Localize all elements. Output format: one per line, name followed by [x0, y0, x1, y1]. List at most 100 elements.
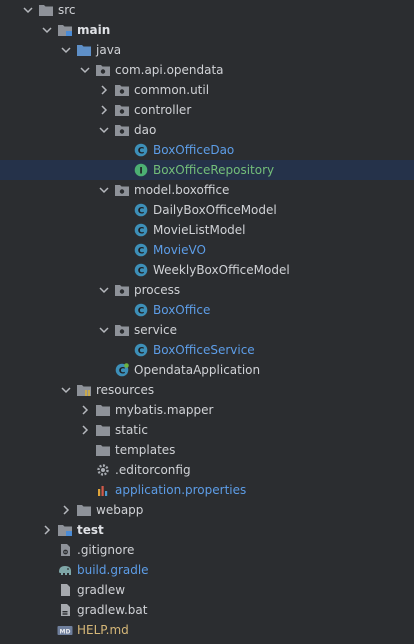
markdown-icon: MD — [57, 620, 73, 640]
tree-item-label: service — [134, 323, 177, 337]
tree-item-controller[interactable]: controller — [0, 100, 414, 120]
chevron-down-icon[interactable] — [60, 40, 72, 60]
resources-folder-icon — [76, 380, 92, 400]
package-icon — [114, 80, 130, 100]
module-folder-icon — [57, 20, 73, 40]
tree-item-label: src — [58, 3, 76, 17]
package-icon — [114, 180, 130, 200]
spring-class-icon: C — [114, 360, 130, 380]
tree-item-movievo[interactable]: C MovieVO — [0, 240, 414, 260]
tree-item-label: controller — [134, 103, 192, 117]
svg-text:C: C — [138, 206, 145, 216]
chevron-down-icon[interactable] — [60, 380, 72, 400]
chevron-down-icon[interactable] — [98, 280, 110, 300]
tree-item-label: com.api.opendata — [115, 63, 224, 77]
gradle-elephant-icon — [57, 560, 73, 580]
class-icon: C — [133, 140, 149, 160]
tree-item-common-util[interactable]: common.util — [0, 80, 414, 100]
tree-item-boxofficerepository[interactable]: I BoxOfficeRepository — [0, 160, 414, 180]
tree-item-label: MovieListModel — [153, 223, 246, 237]
tree-item-application-properties[interactable]: application.properties — [0, 480, 414, 500]
tree-item-label: mybatis.mapper — [115, 403, 214, 417]
svg-text:I: I — [139, 166, 142, 176]
tree-item-label: model.boxoffice — [134, 183, 230, 197]
tree-item-dailyboxofficemodel[interactable]: C DailyBoxOfficeModel — [0, 200, 414, 220]
package-icon — [114, 320, 130, 340]
tree-item-opendataapplication[interactable]: C OpendataApplication — [0, 360, 414, 380]
tree-item-label: main — [77, 23, 111, 37]
svg-text:C: C — [138, 266, 145, 276]
chevron-right-icon[interactable] — [79, 400, 91, 420]
tree-item-weeklyboxofficemodel[interactable]: C WeeklyBoxOfficeModel — [0, 260, 414, 280]
gitignore-icon — [57, 540, 73, 560]
gear-icon — [95, 460, 111, 480]
tree-item-process[interactable]: process — [0, 280, 414, 300]
chevron-right-icon[interactable] — [41, 520, 53, 540]
tree-item-gradlew-bat[interactable]: gradlew.bat — [0, 600, 414, 620]
module-folder-icon — [57, 520, 73, 540]
chevron-right-icon[interactable] — [79, 420, 91, 440]
tree-item-static[interactable]: static — [0, 420, 414, 440]
package-icon — [114, 120, 130, 140]
chevron-right-icon[interactable] — [60, 500, 72, 520]
class-icon: C — [133, 220, 149, 240]
svg-text:C: C — [119, 366, 126, 376]
tree-item-webapp[interactable]: webapp — [0, 500, 414, 520]
class-icon: C — [133, 300, 149, 320]
bat-file-icon — [57, 600, 73, 620]
tree-item-help-md[interactable]: MD HELP.md — [0, 620, 414, 640]
tree-item-label: build.gradle — [77, 563, 149, 577]
chevron-down-icon[interactable] — [22, 0, 34, 20]
tree-item-label: webapp — [96, 503, 144, 517]
folder-icon — [38, 0, 54, 20]
properties-icon — [95, 480, 111, 500]
tree-item-boxoffice[interactable]: C BoxOffice — [0, 300, 414, 320]
tree-item-resources[interactable]: resources — [0, 380, 414, 400]
tree-item-test[interactable]: test — [0, 520, 414, 540]
tree-item-label: WeeklyBoxOfficeModel — [153, 263, 290, 277]
tree-item-main[interactable]: main — [0, 20, 414, 40]
tree-item-label: application.properties — [115, 483, 247, 497]
tree-item-label: java — [96, 43, 122, 57]
tree-item-gitignore[interactable]: .gitignore — [0, 540, 414, 560]
tree-item-mybatis-mapper[interactable]: mybatis.mapper — [0, 400, 414, 420]
chevron-down-icon[interactable] — [79, 60, 91, 80]
tree-item-label: BoxOfficeRepository — [153, 163, 275, 177]
tree-item-java[interactable]: java — [0, 40, 414, 60]
tree-item-editorconfig[interactable]: .editorconfig — [0, 460, 414, 480]
package-icon — [95, 60, 111, 80]
project-tree: src main java com.api.opendata common.util co… — [0, 0, 414, 644]
chevron-down-icon[interactable] — [98, 320, 110, 340]
tree-item-label: gradlew.bat — [77, 603, 148, 617]
tree-item-com-api-opendata[interactable]: com.api.opendata — [0, 60, 414, 80]
folder-icon — [95, 440, 111, 460]
tree-item-label: test — [77, 523, 104, 537]
tree-item-gradlew[interactable]: gradlew — [0, 580, 414, 600]
tree-item-boxofficeservice[interactable]: C BoxOfficeService — [0, 340, 414, 360]
tree-item-label: static — [115, 423, 148, 437]
tree-item-label: BoxOffice — [153, 303, 211, 317]
tree-item-boxofficedao[interactable]: C BoxOfficeDao — [0, 140, 414, 160]
tree-item-label: DailyBoxOfficeModel — [153, 203, 277, 217]
svg-text:C: C — [138, 346, 145, 356]
chevron-down-icon[interactable] — [98, 180, 110, 200]
tree-item-label: resources — [96, 383, 155, 397]
interface-icon: I — [133, 160, 149, 180]
tree-item-templates[interactable]: templates — [0, 440, 414, 460]
svg-text:C: C — [138, 246, 145, 256]
folder-icon — [76, 500, 92, 520]
tree-item-build-gradle[interactable]: build.gradle — [0, 560, 414, 580]
tree-item-label: gradlew — [77, 583, 126, 597]
file-icon — [57, 580, 73, 600]
tree-item-src[interactable]: src — [0, 0, 414, 20]
chevron-right-icon[interactable] — [98, 100, 110, 120]
class-icon: C — [133, 200, 149, 220]
tree-item-movielistmodel[interactable]: C MovieListModel — [0, 220, 414, 240]
chevron-down-icon[interactable] — [98, 120, 110, 140]
chevron-right-icon[interactable] — [98, 80, 110, 100]
tree-item-label: HELP.md — [77, 623, 129, 637]
tree-item-service[interactable]: service — [0, 320, 414, 340]
tree-item-model-boxoffice[interactable]: model.boxoffice — [0, 180, 414, 200]
tree-item-dao[interactable]: dao — [0, 120, 414, 140]
chevron-down-icon[interactable] — [41, 20, 53, 40]
